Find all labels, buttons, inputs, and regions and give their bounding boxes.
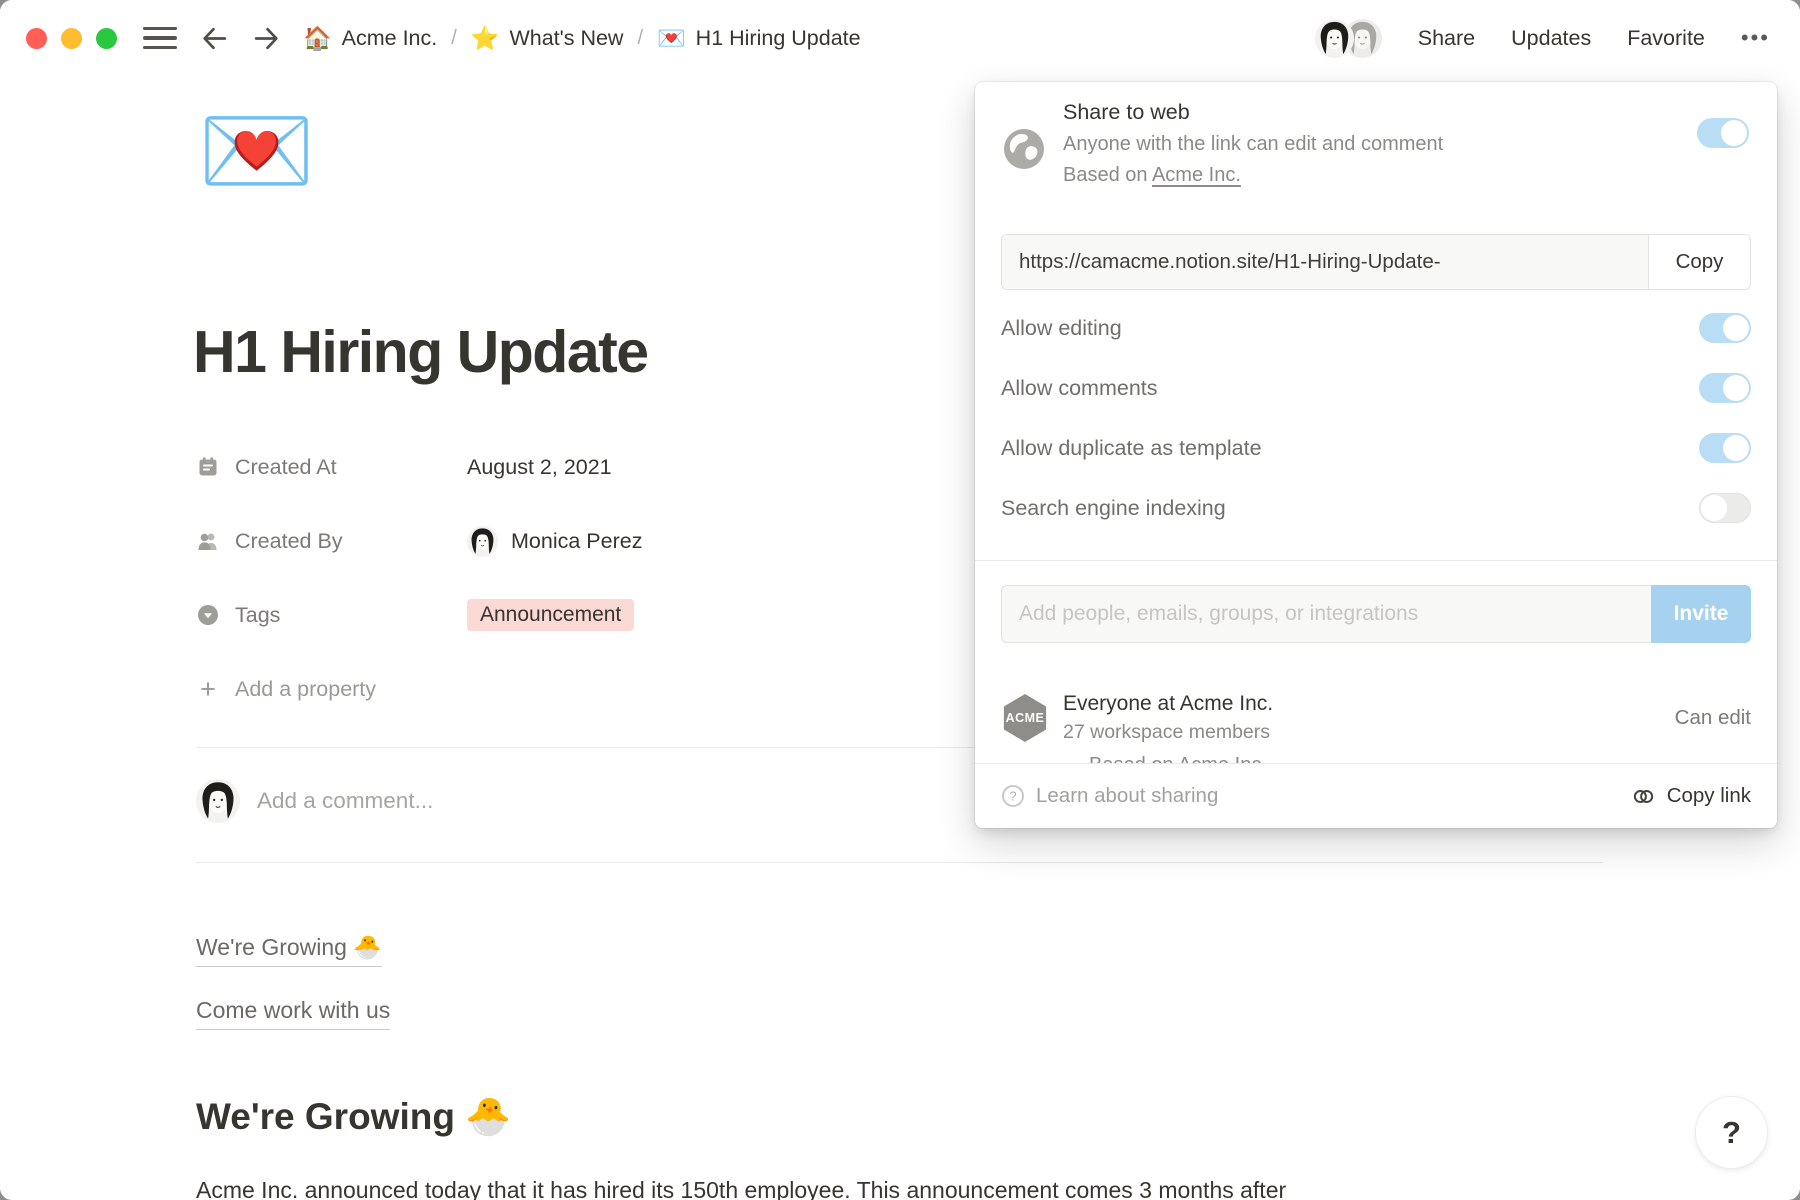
forward-arrow-icon[interactable] — [251, 23, 281, 53]
section-heading: We're Growing 🐣 — [196, 1096, 511, 1139]
breadcrumb-item-workspace[interactable]: 🏠 Acme Inc. — [303, 26, 437, 51]
home-icon: 🏠 — [303, 27, 332, 50]
invite-row: Invite — [1001, 585, 1751, 643]
copy-url-button[interactable]: Copy — [1648, 235, 1750, 289]
toc-link-come-work-with-us[interactable]: Come work with us — [196, 997, 390, 1030]
current-user-avatar — [196, 779, 240, 823]
viewer-avatar-1[interactable] — [1315, 19, 1354, 58]
minimize-window-button[interactable] — [61, 28, 82, 49]
allow-duplicate-toggle[interactable] — [1699, 433, 1751, 463]
invite-input[interactable] — [1001, 585, 1651, 643]
acme-logo: ACME — [1001, 694, 1049, 742]
close-window-button[interactable] — [26, 28, 47, 49]
breadcrumb-separator: / — [451, 27, 457, 50]
app-window: 🏠 Acme Inc. / ⭐ What's New / 💌 H1 Hiring… — [0, 0, 1800, 1200]
allow-comments-toggle[interactable] — [1699, 373, 1751, 403]
learn-about-sharing-link[interactable]: ? Learn about sharing — [1001, 784, 1218, 808]
property-label: Tags — [196, 603, 467, 628]
favorite-button[interactable]: Favorite — [1627, 26, 1705, 51]
group-members-count: 27 workspace members — [1063, 721, 1273, 744]
share-url-group: https://camacme.notion.site/H1-Hiring-Up… — [1001, 234, 1751, 290]
page-title[interactable]: H1 Hiring Update — [193, 318, 648, 386]
tags-value[interactable]: Announcement — [467, 599, 634, 631]
permission-dropdown[interactable]: Can edit — [1675, 706, 1751, 730]
copy-link-button[interactable]: Copy link — [1631, 784, 1751, 809]
body-paragraph: Acme Inc. announced today that it has hi… — [196, 1172, 1636, 1200]
add-property-row[interactable]: + Add a property — [196, 652, 976, 726]
property-row-created-by[interactable]: Created By Monica Perez — [196, 504, 976, 578]
zoom-window-button[interactable] — [96, 28, 117, 49]
breadcrumb-label: Acme Inc. — [342, 26, 438, 51]
breadcrumb-item-whats-new[interactable]: ⭐ What's New — [471, 26, 624, 51]
created-at-value[interactable]: August 2, 2021 — [467, 455, 612, 480]
divider — [975, 560, 1777, 561]
globe-icon — [1001, 126, 1047, 172]
topbar: 🏠 Acme Inc. / ⭐ What's New / 💌 H1 Hiring… — [0, 0, 1800, 76]
invite-button[interactable]: Invite — [1651, 585, 1751, 643]
toggle-row-allow-duplicate: Allow duplicate as template — [1001, 420, 1751, 476]
clipped-row-text: Based on Acme Inc. — [1089, 754, 1267, 763]
link-icon — [1631, 784, 1656, 809]
traffic-lights — [26, 28, 117, 49]
breadcrumb-separator: / — [637, 27, 643, 50]
page-properties: Created At August 2, 2021 Created By Mon… — [196, 430, 976, 726]
love-letter-icon: 💌 — [657, 27, 686, 50]
topbar-actions: Share Updates Favorite ••• — [1315, 19, 1770, 58]
comment-placeholder[interactable]: Add a comment... — [257, 788, 433, 814]
property-label: Created By — [196, 529, 467, 554]
based-on-link[interactable]: Acme Inc. — [1152, 164, 1241, 186]
star-icon: ⭐ — [471, 27, 500, 50]
share-popover-footer: ? Learn about sharing Copy link — [975, 763, 1777, 828]
share-popover: Share to web Anyone with the link can ed… — [975, 82, 1777, 828]
toggle-row-search-indexing: Search engine indexing — [1001, 480, 1751, 536]
share-to-web-toggle[interactable] — [1697, 118, 1749, 148]
group-name: Everyone at Acme Inc. — [1063, 692, 1273, 716]
toggle-row-allow-editing: Allow editing — [1001, 300, 1751, 356]
add-property-label: Add a property — [235, 677, 376, 702]
plus-icon: + — [196, 674, 220, 705]
toggle-row-allow-comments: Allow comments — [1001, 360, 1751, 416]
share-popover-body: Share to web Anyone with the link can ed… — [975, 82, 1777, 763]
people-icon — [196, 529, 220, 553]
search-indexing-toggle[interactable] — [1699, 493, 1751, 523]
svg-text:?: ? — [1009, 789, 1016, 804]
breadcrumb: 🏠 Acme Inc. / ⭐ What's New / 💌 H1 Hiring… — [303, 26, 861, 51]
allow-editing-toggle[interactable] — [1699, 313, 1751, 343]
breadcrumb-label: What's New — [509, 26, 623, 51]
breadcrumb-label: H1 Hiring Update — [696, 26, 861, 51]
calendar-icon — [196, 455, 220, 479]
share-to-web-subtitle: Anyone with the link can edit and commen… — [1063, 133, 1443, 156]
viewer-avatars[interactable] — [1315, 19, 1382, 58]
back-arrow-icon[interactable] — [199, 23, 229, 53]
toc-link-were-growing[interactable]: We're Growing 🐣 — [196, 934, 382, 967]
breadcrumb-item-current-page[interactable]: 💌 H1 Hiring Update — [657, 26, 861, 51]
sidebar-menu-icon[interactable] — [143, 27, 177, 49]
updates-button[interactable]: Updates — [1511, 26, 1591, 51]
divider — [196, 862, 1603, 863]
created-by-value[interactable]: Monica Perez — [467, 526, 642, 557]
monica-perez-avatar — [467, 526, 498, 557]
property-row-tags[interactable]: Tags Announcement — [196, 578, 976, 652]
more-options-icon[interactable]: ••• — [1741, 25, 1770, 51]
workspace-group-row[interactable]: ACME Everyone at Acme Inc. 27 workspace … — [1001, 678, 1751, 758]
question-circle-icon: ? — [1001, 784, 1025, 808]
share-to-web-title: Share to web — [1063, 100, 1190, 125]
share-button[interactable]: Share — [1418, 26, 1475, 51]
select-icon — [196, 603, 220, 627]
page-emoji-icon[interactable]: 💌 — [198, 104, 315, 198]
tag-announcement[interactable]: Announcement — [467, 599, 634, 631]
share-url: https://camacme.notion.site/H1-Hiring-Up… — [1002, 235, 1648, 289]
help-button[interactable]: ? — [1695, 1096, 1768, 1169]
add-comment-row[interactable]: Add a comment... — [196, 779, 433, 823]
based-on-line: Based on Acme Inc. — [1063, 164, 1241, 187]
property-row-created-at[interactable]: Created At August 2, 2021 — [196, 430, 976, 504]
property-label: Created At — [196, 455, 467, 480]
